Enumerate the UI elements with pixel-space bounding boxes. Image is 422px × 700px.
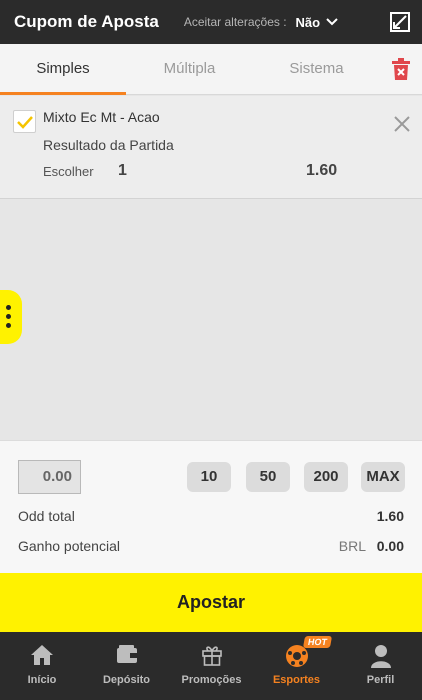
chevron-down-icon[interactable] <box>326 18 338 26</box>
quick-stake-200-button[interactable]: 200 <box>304 462 348 492</box>
selection-checkbox[interactable] <box>13 110 36 133</box>
handle-dot <box>6 305 11 310</box>
nav-item-esportes[interactable]: HOT Esportes <box>254 632 339 700</box>
choice-label: Escolher <box>43 164 94 179</box>
tab-multipla[interactable]: Múltipla <box>126 44 253 95</box>
nav-item-promocoes[interactable]: Promoções <box>169 632 254 700</box>
choice-value: 1 <box>118 162 127 179</box>
quick-stake-max-button[interactable]: MAX <box>361 462 405 492</box>
tab-sistema[interactable]: Sistema <box>253 44 380 95</box>
stake-panel: 0.00 10 50 200 MAX Odd total 1.60 Ganho … <box>0 440 422 573</box>
nav-label: Promoções <box>181 674 242 686</box>
side-menu-handle[interactable] <box>0 290 22 344</box>
place-bet-button[interactable]: Apostar <box>0 573 422 632</box>
nav-label: Perfil <box>366 674 395 686</box>
quick-stake-50-button[interactable]: 50 <box>246 462 290 492</box>
bottom-nav: Início Depósito Promoções HOT Esportes P… <box>0 632 422 700</box>
selection-odd: 1.60 <box>306 162 338 179</box>
hot-badge: HOT <box>302 636 333 648</box>
potential-gain-value: 0.00 <box>376 538 404 554</box>
nav-item-deposito[interactable]: Depósito <box>84 632 169 700</box>
quick-stake-10-button[interactable]: 10 <box>187 462 231 492</box>
potential-gain-label: Ganho potencial <box>18 538 120 554</box>
market-name: Resultado da Partida <box>43 137 174 153</box>
gift-icon <box>201 644 223 671</box>
nav-item-inicio[interactable]: Início <box>0 632 84 700</box>
close-icon[interactable] <box>394 116 410 132</box>
handle-dot <box>6 314 11 319</box>
wallet-icon <box>116 644 138 669</box>
odd-total-label: Odd total <box>18 508 75 524</box>
bet-selection: Mixto Ec Mt - Acao Resultado da Partida … <box>0 96 422 199</box>
handle-dot <box>6 323 11 328</box>
nav-item-perfil[interactable]: Perfil <box>339 632 422 700</box>
nav-label: Início <box>27 674 57 686</box>
stake-amount-input[interactable]: 0.00 <box>18 460 81 494</box>
nav-label: Esportes <box>272 674 321 686</box>
trash-icon[interactable] <box>392 58 410 80</box>
expand-icon[interactable] <box>390 12 410 32</box>
tab-simples[interactable]: Simples <box>0 44 126 95</box>
user-icon <box>370 644 392 673</box>
odd-total-value: 1.60 <box>376 508 404 524</box>
bet-type-tabs: Simples Múltipla Sistema <box>0 44 422 95</box>
potential-gain-currency: BRL <box>338 538 366 554</box>
match-name: Mixto Ec Mt - Acao <box>43 109 160 125</box>
accept-changes-label: Aceitar alterações : <box>183 15 287 29</box>
coupon-header: Cupom de Aposta Aceitar alterações : Não <box>0 0 422 44</box>
soccer-ball-icon <box>285 644 309 673</box>
home-icon <box>30 644 54 671</box>
coupon-title: Cupom de Aposta <box>14 12 159 31</box>
accept-changes-dropdown[interactable]: Não <box>296 15 321 30</box>
active-tab-indicator <box>0 92 126 95</box>
nav-label: Depósito <box>102 674 151 686</box>
